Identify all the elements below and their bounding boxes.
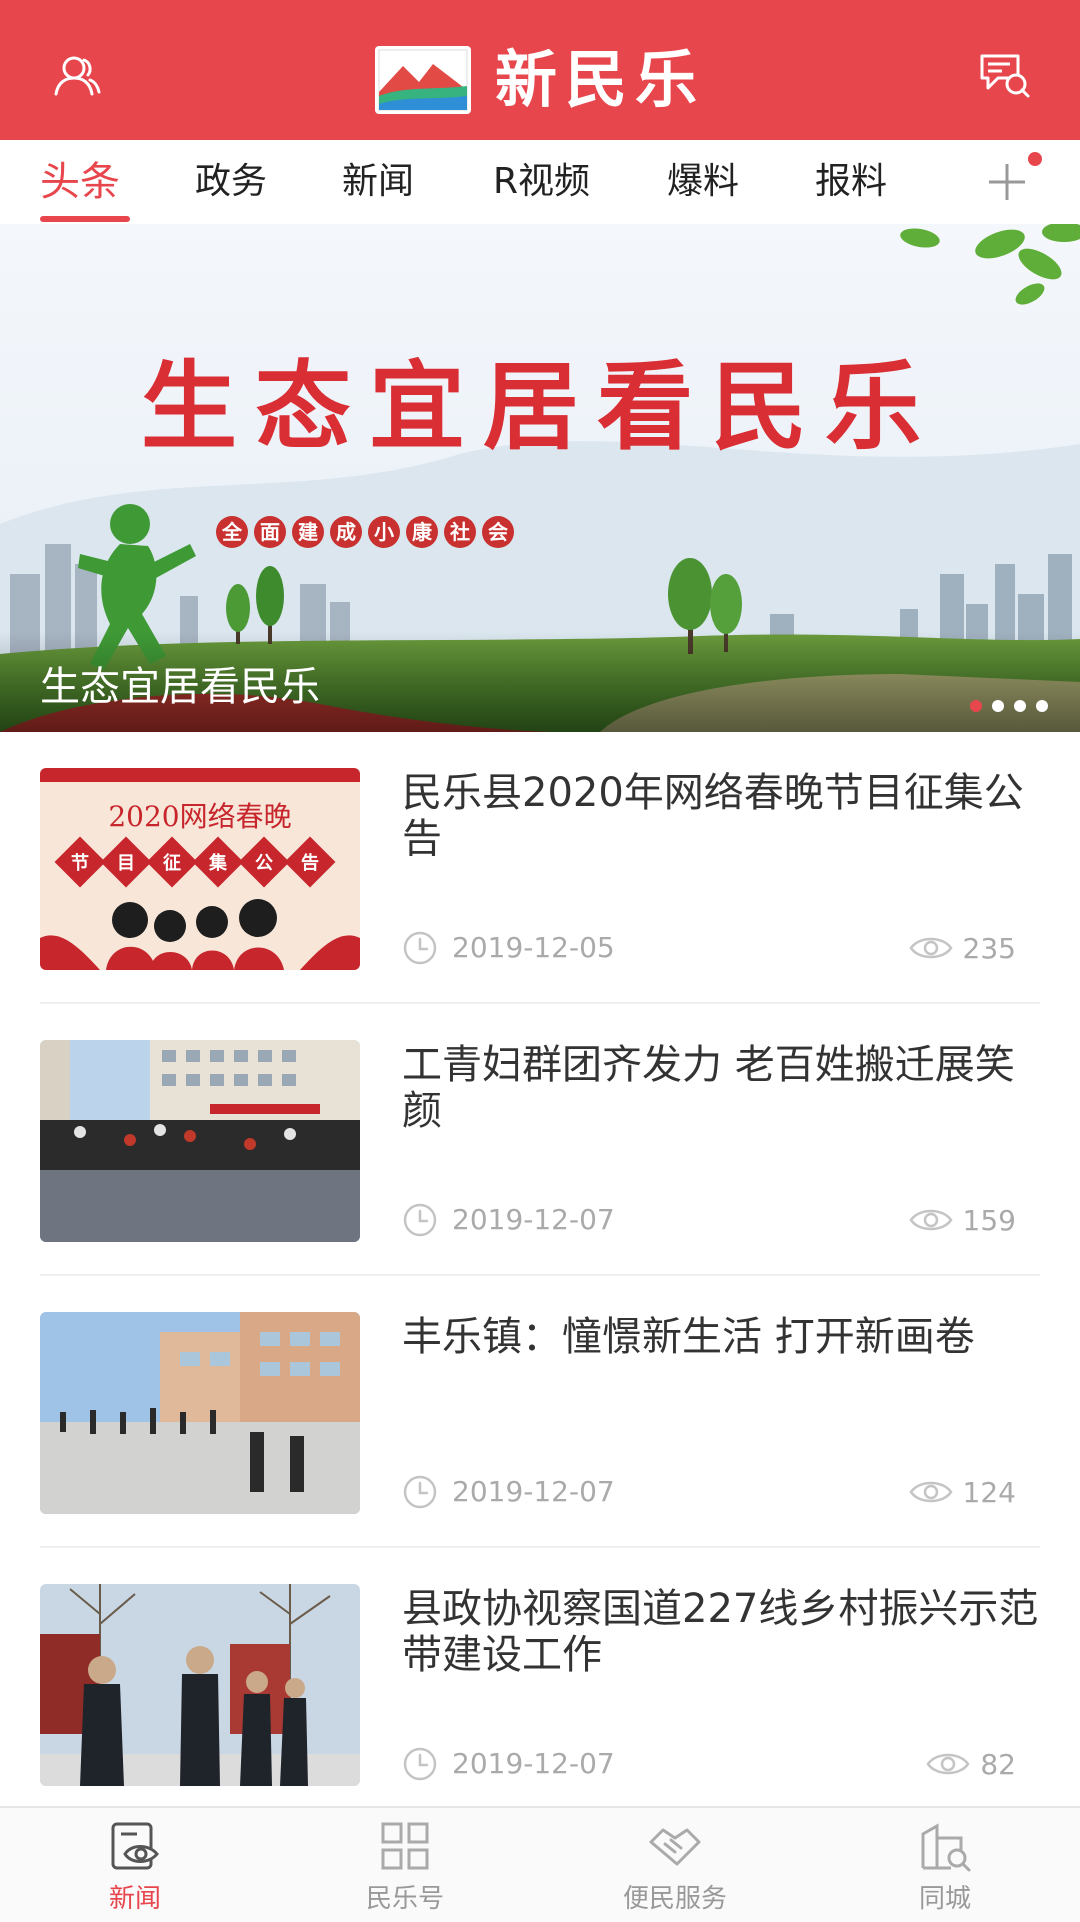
city-search-icon — [921, 1823, 971, 1872]
thumb-sub-char: 目 — [117, 853, 135, 874]
carousel-indicators — [970, 700, 1048, 712]
news-thumbnail[interactable] — [40, 1040, 360, 1242]
carousel-dot-active[interactable] — [970, 700, 982, 712]
news-view-count: 235 — [962, 931, 1016, 965]
news-title[interactable]: 民乐县2020年网络春晚节目征集公告 — [402, 770, 1042, 862]
nav-label: 新闻 — [108, 1884, 161, 1914]
eye-icon — [909, 1481, 953, 1503]
thumb-title: 2020网络春晚 — [108, 800, 291, 833]
eye-icon — [926, 1753, 970, 1775]
tab-report[interactable]: 报料 — [815, 140, 887, 224]
thumb-sub-char: 节 — [71, 853, 89, 874]
nav-local[interactable]: 同城 — [810, 1808, 1080, 1922]
news-view-count: 159 — [962, 1203, 1016, 1237]
news-views: 235 — [909, 928, 1016, 968]
carousel-dot[interactable] — [1014, 700, 1026, 712]
news-views: 82 — [926, 1744, 1016, 1784]
news-thumbnail[interactable] — [40, 1584, 360, 1786]
news-item[interactable]: 丰乐镇：憧憬新生活 打开新画卷 2019-12-07 124 — [0, 1276, 1080, 1548]
user-icon[interactable] — [48, 48, 104, 104]
banner-subtitle-char: 面 — [254, 516, 286, 548]
news-item[interactable]: 2020网络春晚 节 目 征 集 公 告 民乐县2020年网络春晚节目征集公告 … — [0, 732, 1080, 1004]
banner-subtitle-char: 建 — [292, 516, 324, 548]
news-meta: 2019-12-07 159 — [402, 1200, 1016, 1240]
banner-subtitle: 全 面 建 成 小 康 社 会 — [216, 516, 514, 548]
news-view-count: 124 — [962, 1475, 1016, 1509]
eye-icon — [909, 1209, 953, 1231]
thumb-sub-char: 集 — [208, 852, 228, 874]
news-thumbnail[interactable]: 2020网络春晚 节 目 征 集 公 告 — [40, 768, 360, 970]
nav-label: 民乐号 — [365, 1884, 444, 1914]
app-brand-title: 新民乐 — [495, 43, 706, 116]
clock-icon — [403, 1475, 437, 1509]
news-views: 124 — [909, 1472, 1016, 1512]
app-logo — [375, 46, 471, 114]
news-title[interactable]: 工青妇群团齐发力 老百姓搬迁展笑颜 — [402, 1042, 1042, 1134]
eye-icon — [909, 937, 953, 959]
grid-icon — [381, 1822, 429, 1870]
plus-icon[interactable] — [985, 160, 1029, 204]
banner-caption: 生态宜居看民乐 — [40, 664, 320, 710]
banner-headline: 生态宜居看民乐 — [141, 351, 939, 463]
clock-icon — [403, 1203, 437, 1237]
news-item[interactable]: 工青妇群团齐发力 老百姓搬迁展笑颜 2019-12-07 159 — [0, 1004, 1080, 1276]
nav-minle-account[interactable]: 民乐号 — [270, 1808, 540, 1922]
news-meta: 2019-12-07 124 — [402, 1472, 1016, 1512]
clock-icon — [403, 931, 437, 965]
tab-headlines[interactable]: 头条 — [40, 140, 120, 224]
nav-label: 便民服务 — [622, 1884, 727, 1914]
tab-exposure[interactable]: 爆料 — [667, 140, 739, 224]
banner-carousel[interactable]: 生态宜居看民乐 全 面 建 成 小 康 社 会 生态宜居看民乐 — [0, 224, 1080, 732]
news-date: 2019-12-07 — [452, 1747, 615, 1780]
tab-r-video[interactable]: R视频 — [493, 140, 590, 224]
news-date: 2019-12-05 — [452, 931, 615, 964]
active-tab-indicator — [40, 216, 130, 222]
banner-subtitle-char: 小 — [368, 516, 400, 548]
nav-label: 同城 — [918, 1884, 971, 1914]
carousel-dot[interactable] — [1036, 700, 1048, 712]
banner-subtitle-char: 会 — [482, 516, 514, 548]
bottom-navigation: 新闻 民乐号 便民服务 同城 — [0, 1806, 1080, 1922]
news-title[interactable]: 丰乐镇：憧憬新生活 打开新画卷 — [402, 1314, 1042, 1360]
message-icon[interactable] — [976, 48, 1032, 104]
news-views: 159 — [909, 1200, 1016, 1240]
news-title[interactable]: 县政协视察国道227线乡村振兴示范带建设工作 — [402, 1586, 1042, 1678]
news-thumbnail[interactable] — [40, 1312, 360, 1514]
banner-subtitle-char: 全 — [216, 516, 248, 548]
banner-subtitle-char: 成 — [330, 516, 362, 548]
app-header: 新民乐 — [0, 0, 1080, 140]
thumb-sub-char: 征 — [163, 852, 181, 874]
notification-dot — [1028, 152, 1042, 166]
handshake-icon — [649, 1828, 701, 1866]
thumb-sub-char: 公 — [255, 853, 273, 874]
news-meta: 2019-12-07 82 — [402, 1744, 1016, 1784]
thumb-sub-char: 告 — [301, 852, 319, 874]
news-eye-icon — [111, 1822, 159, 1870]
category-tabs: 头条 政务 新闻 R视频 爆料 报料 — [0, 140, 1080, 226]
carousel-dot[interactable] — [992, 700, 1004, 712]
banner-subtitle-char: 社 — [444, 516, 476, 548]
nav-news[interactable]: 新闻 — [0, 1808, 270, 1922]
news-date: 2019-12-07 — [452, 1203, 615, 1236]
nav-public-services[interactable]: 便民服务 — [540, 1808, 810, 1922]
tab-government[interactable]: 政务 — [195, 140, 267, 224]
news-date: 2019-12-07 — [452, 1475, 615, 1508]
news-view-count: 82 — [980, 1747, 1016, 1781]
tab-news[interactable]: 新闻 — [342, 140, 414, 224]
banner-subtitle-char: 康 — [406, 516, 438, 548]
news-meta: 2019-12-05 235 — [402, 928, 1016, 968]
news-item[interactable]: 县政协视察国道227线乡村振兴示范带建设工作 2019-12-07 82 — [0, 1548, 1080, 1820]
clock-icon — [403, 1747, 437, 1781]
